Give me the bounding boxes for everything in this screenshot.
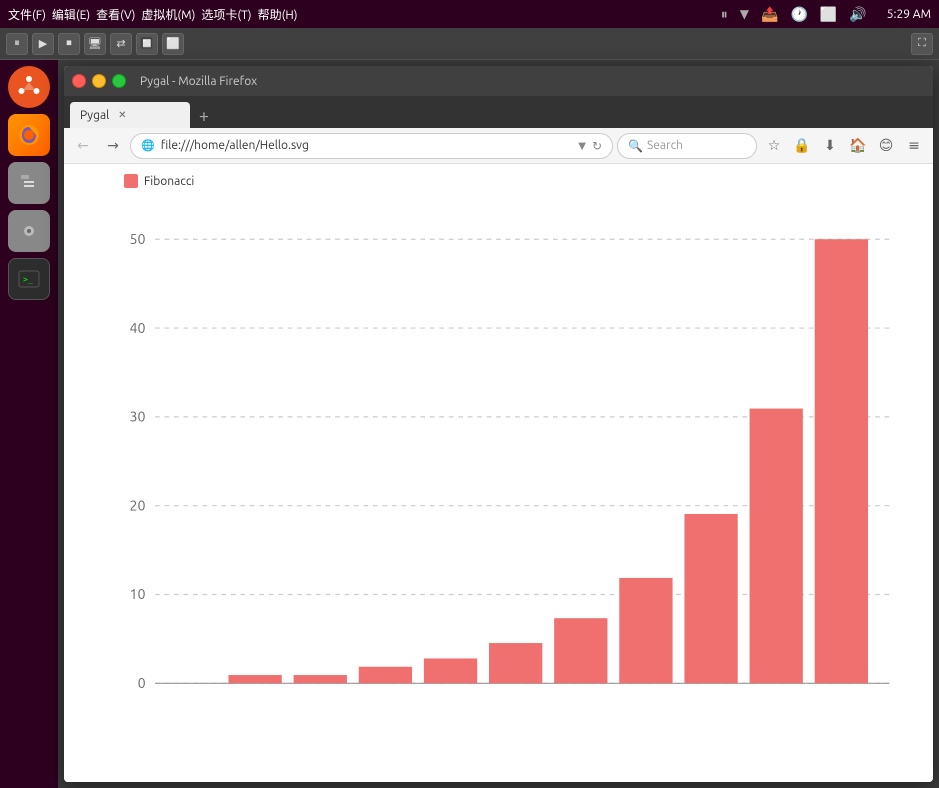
window-maximize-button[interactable] <box>112 74 126 88</box>
legend-label: Fibonacci <box>144 175 194 188</box>
tab-label: Pygal <box>80 109 109 122</box>
vm-settings-icon[interactable]: ▼ <box>740 7 749 21</box>
menu-tabs[interactable]: 选项卡(T) <box>201 6 251 23</box>
svg-text:10: 10 <box>130 586 146 602</box>
toolbar-btn-2[interactable]: ▶ <box>32 33 54 55</box>
sidebar-settings-icon[interactable] <box>8 210 50 252</box>
menu-help[interactable]: 帮助(H) <box>258 6 298 23</box>
address-dropdown-icon[interactable]: ▼ <box>578 140 586 152</box>
nav-action-buttons: ☆ 🔒 ⬇ 🏠 😊 ≡ <box>761 133 927 159</box>
download-button[interactable]: ⬇ <box>817 133 843 159</box>
sidebar: >_ <box>0 60 58 788</box>
address-refresh-icon[interactable]: ↻ <box>592 139 602 153</box>
legend-color-box <box>124 174 138 188</box>
home-button[interactable]: 🏠 <box>845 133 871 159</box>
browser-tab-pygal[interactable]: Pygal ✕ <box>70 102 190 128</box>
bar-2 <box>294 675 347 683</box>
search-icon: 🔍 <box>628 139 643 153</box>
toolbar-btn-6[interactable]: 🔲 <box>136 33 158 55</box>
top-menubar: 文件(F) 编辑(E) 查看(V) 虚拟机(M) 选项卡(T) 帮助(H) ⏸ … <box>0 0 939 28</box>
bar-8 <box>684 514 737 683</box>
toolbar-btn-4[interactable]: 🖥 <box>84 33 106 55</box>
window-minimize-button[interactable] <box>92 74 106 88</box>
browser-window: Pygal - Mozilla Firefox Pygal ✕ + ← → 🌐 … <box>64 66 933 782</box>
toolbar-btn-fullscreen[interactable]: ⛶ <box>911 33 933 55</box>
chart-svg-area: 0 10 20 30 40 50 <box>84 198 913 766</box>
browser-titlebar: Pygal - Mozilla Firefox <box>64 66 933 96</box>
bar-5 <box>489 643 542 683</box>
new-tab-button[interactable]: + <box>192 104 216 128</box>
menu-items[interactable]: 文件(F) 编辑(E) 查看(V) 虚拟机(M) 选项卡(T) 帮助(H) <box>8 6 298 23</box>
browser-title: Pygal - Mozilla Firefox <box>140 75 257 88</box>
menu-vm[interactable]: 虚拟机(M) <box>141 6 195 23</box>
vm-send-icon[interactable]: 📤 <box>761 6 778 23</box>
forward-button[interactable]: → <box>100 133 126 159</box>
time-display: 5:29 AM <box>887 8 931 21</box>
address-text: file:///home/allen/Hello.svg <box>161 139 573 152</box>
browser-tabs: Pygal ✕ + <box>64 96 933 128</box>
vm-toolbar: ⏸ ▶ ⏹ 🖥 ⇄ 🔲 ⬜ ⛶ <box>0 28 939 60</box>
back-button[interactable]: ← <box>70 133 96 159</box>
svg-text:>_: >_ <box>23 275 33 284</box>
download-pdf-button[interactable]: 🔒 <box>789 133 815 159</box>
vm-pause-icon[interactable]: ⏸ <box>721 6 728 23</box>
sidebar-terminal-icon[interactable]: >_ <box>8 258 50 300</box>
bar-chart-svg: 0 10 20 30 40 50 <box>84 198 913 766</box>
svg-text:40: 40 <box>130 320 146 336</box>
toolbar-btn-3[interactable]: ⏹ <box>58 33 80 55</box>
sidebar-firefox-icon[interactable] <box>8 114 50 156</box>
vm-audio-icon[interactable]: 🔊 <box>849 6 866 23</box>
browser-content: Fibonacci <box>64 164 933 782</box>
menu-button[interactable]: ≡ <box>901 133 927 159</box>
chart-legend: Fibonacci <box>124 174 913 188</box>
svg-text:30: 30 <box>130 409 146 425</box>
top-right-controls: ⏸ ▼ 📤 🕐 ⬜ 🔊 5:29 AM <box>721 6 931 23</box>
svg-text:50: 50 <box>130 231 146 247</box>
sidebar-ubuntu-icon[interactable] <box>8 66 50 108</box>
vm-fullscreen-icon[interactable]: ⬜ <box>820 6 837 23</box>
chart-container: Fibonacci <box>84 174 913 772</box>
bar-1 <box>228 675 281 683</box>
address-lock-icon: 🌐 <box>141 139 155 152</box>
bar-4 <box>424 658 477 683</box>
browser-navbar: ← → 🌐 file:///home/allen/Hello.svg ▼ ↻ 🔍… <box>64 128 933 164</box>
bar-9 <box>750 409 803 684</box>
bar-6 <box>554 618 607 683</box>
svg-text:0: 0 <box>138 675 146 691</box>
menu-edit[interactable]: 编辑(E) <box>52 6 90 23</box>
desktop: >_ Pygal - Mozilla Firefox Pygal ✕ + ← →… <box>0 60 939 788</box>
toolbar-btn-1[interactable]: ⏸ <box>6 33 28 55</box>
search-box[interactable]: 🔍 Search <box>617 133 757 159</box>
menu-file[interactable]: 文件(F) <box>8 6 46 23</box>
tab-close-button[interactable]: ✕ <box>115 108 129 122</box>
vm-clock-icon[interactable]: 🕐 <box>790 6 807 23</box>
user-button[interactable]: 😊 <box>873 133 899 159</box>
menu-view[interactable]: 查看(V) <box>96 6 135 23</box>
svg-text:20: 20 <box>130 497 146 513</box>
toolbar-btn-5[interactable]: ⇄ <box>110 33 132 55</box>
search-placeholder: Search <box>647 139 683 152</box>
bar-3 <box>359 667 412 684</box>
bookmark-button[interactable]: ☆ <box>761 133 787 159</box>
toolbar-btn-7[interactable]: ⬜ <box>162 33 184 55</box>
sidebar-files-icon[interactable] <box>8 162 50 204</box>
address-bar[interactable]: 🌐 file:///home/allen/Hello.svg ▼ ↻ <box>130 133 613 159</box>
bar-10 <box>815 239 868 683</box>
window-close-button[interactable] <box>72 74 86 88</box>
bar-7 <box>619 578 672 683</box>
